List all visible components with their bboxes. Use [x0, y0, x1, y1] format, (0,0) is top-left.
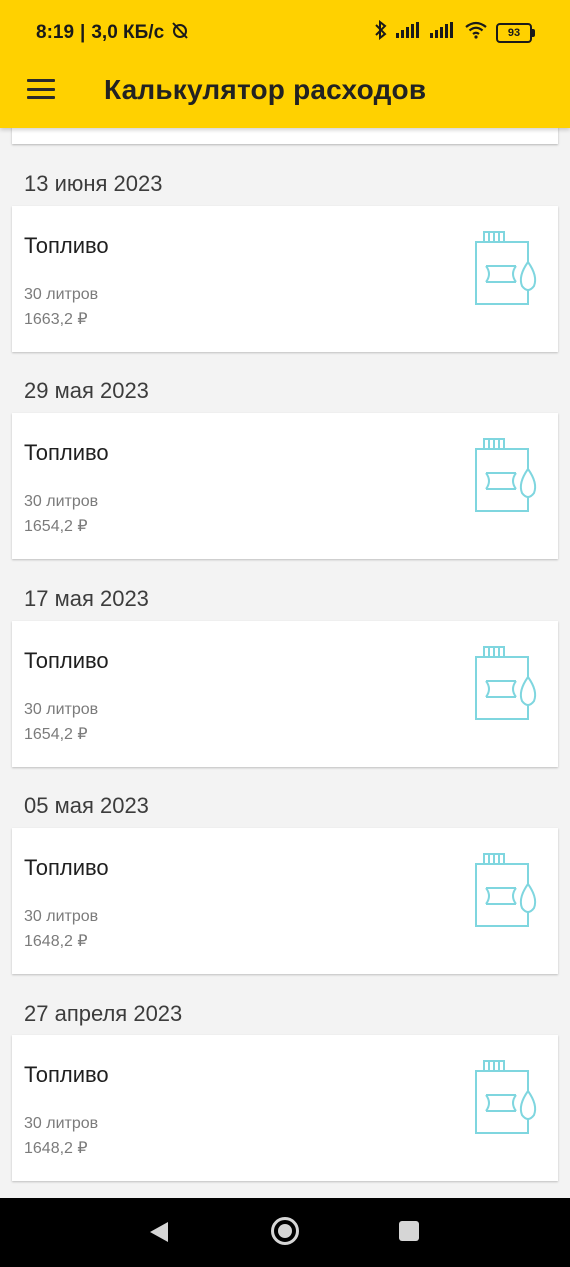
home-icon[interactable] — [270, 1216, 300, 1246]
expense-amount: 30 литров — [24, 286, 99, 303]
date-header: 27 апреля 2023 — [24, 1001, 183, 1026]
app-bar: 8:19 | 3,0 КБ/с 93 Калькулятор расходов — [0, 0, 570, 128]
signal-strength-icon — [396, 22, 422, 43]
expense-price: 1663,2 ₽ — [24, 311, 88, 328]
signal-strength-icon-2 — [430, 22, 456, 43]
expense-price: 1648,2 ₽ — [24, 933, 88, 950]
expense-category: Топливо — [24, 440, 109, 465]
expense-category: Топливо — [24, 855, 109, 880]
expense-amount: 30 литров — [24, 493, 99, 510]
status-time: 8:19 — [36, 22, 75, 43]
fuel-canister-icon — [475, 438, 537, 512]
expense-amount: 30 литров — [24, 908, 99, 925]
fuel-canister-icon — [475, 853, 537, 927]
expense-card[interactable]: Топливо 30 литров 1648,2 ₽ — [12, 1035, 558, 1181]
expense-price: 1654,2 ₽ — [24, 726, 88, 743]
system-navigation-bar — [0, 1198, 570, 1267]
recent-apps-icon[interactable] — [399, 1221, 419, 1241]
expense-amount: 30 литров — [24, 701, 99, 718]
fuel-canister-icon — [475, 1060, 537, 1134]
date-header: 13 июня 2023 — [24, 171, 163, 196]
back-icon[interactable] — [148, 1220, 170, 1244]
date-header: 05 мая 2023 — [24, 793, 149, 818]
fuel-canister-icon — [475, 231, 537, 305]
expense-card[interactable]: Топливо 30 литров 1663,2 ₽ — [12, 206, 558, 352]
date-header: 17 мая 2023 — [24, 586, 149, 611]
fuel-canister-icon — [475, 646, 537, 720]
date-header: 29 мая 2023 — [24, 378, 149, 403]
battery-level: 93 — [507, 26, 521, 39]
status-bar-left: 8:19 | 3,0 КБ/с — [36, 20, 190, 46]
expense-card[interactable]: Топливо 30 литров 1654,2 ₽ — [12, 621, 558, 767]
wifi-icon — [464, 21, 488, 44]
expense-category: Топливо — [24, 233, 109, 258]
expense-category: Топливо — [24, 648, 109, 673]
expense-price: 1654,2 ₽ — [24, 518, 88, 535]
expense-price: 1648,2 ₽ — [24, 1140, 88, 1157]
expense-card[interactable]: Топливо 30 литров 1654,2 ₽ — [12, 413, 558, 559]
battery-icon: 93 — [496, 22, 535, 43]
expense-category: Топливо — [24, 1062, 109, 1087]
bluetooth-icon — [374, 19, 388, 45]
alarm-off-icon — [170, 20, 190, 46]
page-title: Калькулятор расходов — [104, 74, 427, 105]
expense-card[interactable]: Топливо 30 литров 1648,2 ₽ — [12, 828, 558, 974]
status-network-speed: 3,0 КБ/с — [91, 22, 165, 43]
status-bar-right: 93 — [374, 19, 535, 45]
menu-icon[interactable] — [27, 79, 55, 99]
expense-amount: 30 литров — [24, 1115, 99, 1132]
